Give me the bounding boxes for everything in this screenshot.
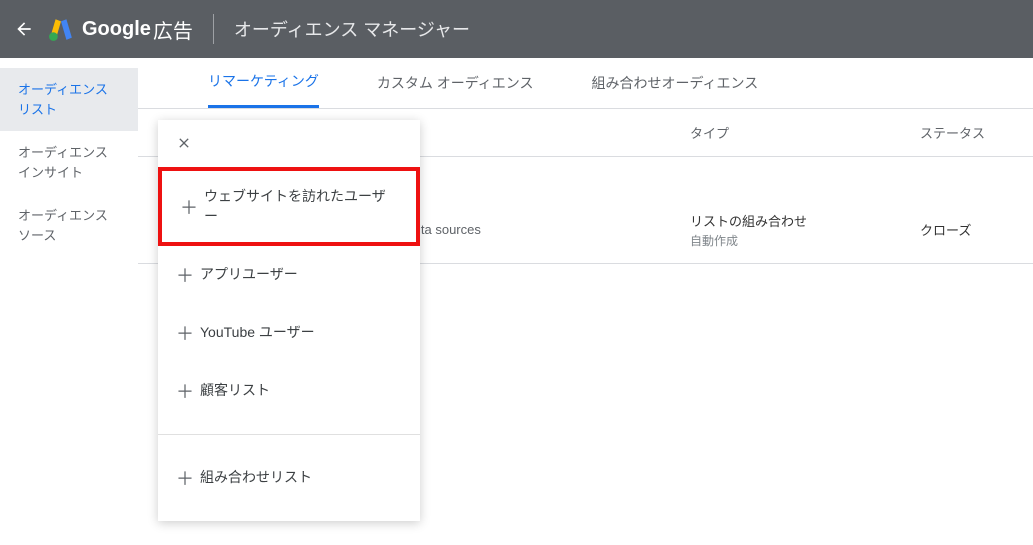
dropdown-item-label: ウェブサイトを訪れたユーザー bbox=[204, 187, 398, 226]
plus-icon: ＋ bbox=[176, 465, 200, 491]
dropdown-item-label: 組み合わせリスト bbox=[200, 468, 402, 488]
dropdown-item-app-users[interactable]: ＋ アプリユーザー bbox=[158, 246, 420, 304]
brand-bold: Google bbox=[82, 18, 151, 41]
plus-icon: ＋ bbox=[180, 194, 204, 220]
google-ads-logo-icon bbox=[48, 16, 74, 42]
row-type-cell: リストの組み合わせ 自動作成 bbox=[678, 197, 908, 264]
row-type-sub: 自動作成 bbox=[690, 232, 896, 249]
dropdown-item-customer-list[interactable]: ＋ 顧客リスト bbox=[158, 362, 420, 420]
col-header-type: タイプ bbox=[678, 109, 908, 157]
brand-name: Google 広告 bbox=[82, 15, 193, 44]
dropdown-separator bbox=[158, 434, 420, 435]
app-header: Google 広告 オーディエンス マネージャー bbox=[0, 0, 1033, 58]
create-audience-dropdown: ＋ ウェブサイトを訪れたユーザー ＋ アプリユーザー ＋ YouTube ユーザ… bbox=[158, 120, 420, 521]
tab-custom-audience[interactable]: カスタム オーディエンス bbox=[377, 58, 534, 108]
sidebar-item-audience-source[interactable]: オーディエンス ソース bbox=[0, 194, 138, 257]
plus-icon: ＋ bbox=[176, 320, 200, 346]
sidebar-item-audience-insight[interactable]: オーディエンス インサイト bbox=[0, 131, 138, 194]
tabs: リマーケティング カスタム オーディエンス 組み合わせオーディエンス bbox=[138, 58, 1033, 108]
plus-icon: ＋ bbox=[176, 262, 200, 288]
tab-combination-audience[interactable]: 組み合わせオーディエンス bbox=[592, 58, 759, 108]
header-divider bbox=[213, 14, 214, 44]
row-type-main: リストの組み合わせ bbox=[690, 211, 896, 230]
brand-rest: 広告 bbox=[153, 15, 193, 44]
tab-remarketing[interactable]: リマーケティング bbox=[208, 58, 319, 108]
page-title: オーディエンス マネージャー bbox=[234, 16, 470, 42]
dropdown-item-youtube-users[interactable]: ＋ YouTube ユーザー bbox=[158, 304, 420, 362]
col-header-status: ステータス bbox=[908, 109, 1033, 157]
close-icon[interactable] bbox=[158, 128, 420, 167]
dropdown-item-label: YouTube ユーザー bbox=[200, 323, 402, 343]
main-content: リマーケティング カスタム オーディエンス 組み合わせオーディエンス タイプ ス… bbox=[138, 58, 1033, 264]
dropdown-item-combination-list[interactable]: ＋ 組み合わせリスト bbox=[158, 449, 420, 507]
dropdown-item-label: アプリユーザー bbox=[200, 265, 402, 285]
row-status-cell: クローズ bbox=[908, 197, 1033, 264]
sidebar-item-audience-list[interactable]: オーディエンス リスト bbox=[0, 68, 138, 131]
back-arrow-icon[interactable] bbox=[14, 19, 40, 39]
dropdown-item-label: 顧客リスト bbox=[200, 381, 402, 401]
plus-icon: ＋ bbox=[176, 378, 200, 404]
sidebar: オーディエンス リスト オーディエンス インサイト オーディエンス ソース bbox=[0, 58, 138, 264]
dropdown-item-website-visitors[interactable]: ＋ ウェブサイトを訪れたユーザー bbox=[158, 167, 420, 246]
